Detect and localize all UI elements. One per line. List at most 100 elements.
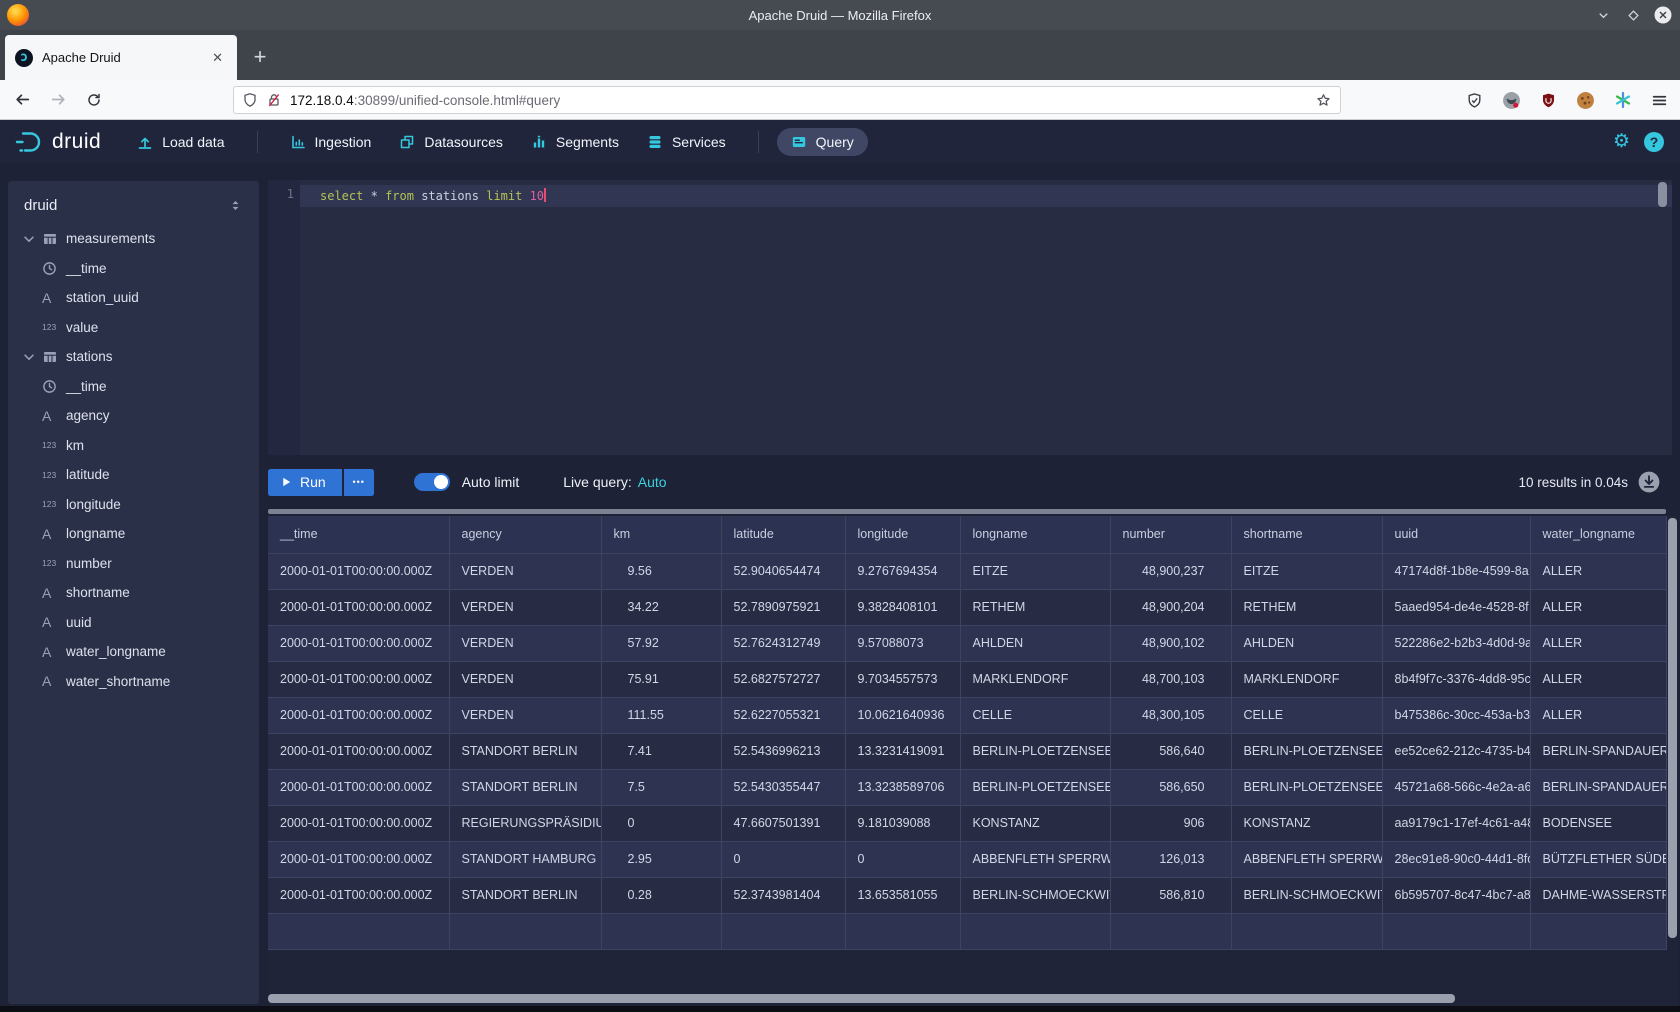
editor-scrollbar[interactable]: [1658, 182, 1667, 207]
nav-item-datasources[interactable]: Datasources: [385, 128, 517, 156]
column-header-longname[interactable]: longname: [960, 516, 1110, 553]
back-button[interactable]: [8, 86, 36, 114]
column-header-km[interactable]: km: [601, 516, 721, 553]
table-cell: 906: [1110, 805, 1231, 841]
sidebar-column-stations-shortname[interactable]: Ashortname: [8, 578, 259, 608]
empty-row: [268, 913, 1666, 949]
empty-cell: [268, 913, 449, 949]
sql-token-plain: [378, 189, 385, 203]
sidebar-column-stations-uuid[interactable]: Auuid: [8, 608, 259, 638]
brand-name: druid: [52, 130, 101, 154]
sidebar-table-measurements[interactable]: measurements: [8, 224, 259, 254]
window-titlebar[interactable]: Apache Druid — Mozilla Firefox: [0, 0, 1680, 30]
url-bar[interactable]: 172.18.0.4:30899/unified-console.html#qu…: [233, 86, 1341, 114]
table-cell: AHLDEN: [960, 625, 1110, 661]
browser-tab[interactable]: ɔ Apache Druid ✕: [5, 35, 237, 80]
sidebar-column-measurements-__time[interactable]: __time: [8, 254, 259, 284]
extension-cookie-icon[interactable]: [1576, 91, 1595, 110]
help-icon[interactable]: ?: [1644, 132, 1664, 152]
sidebar-column-stations-agency[interactable]: Aagency: [8, 401, 259, 431]
sidebar-column-stations-km[interactable]: 123km: [8, 431, 259, 461]
nav-item-ingestion[interactable]: Ingestion: [276, 128, 386, 156]
chevron-down-icon[interactable]: [22, 232, 42, 246]
auto-limit-label: Auto limit: [462, 474, 520, 490]
vertical-scrollbar-thumb[interactable]: [1668, 518, 1677, 938]
menu-hamburger-icon[interactable]: [1651, 92, 1668, 109]
sidebar-column-stations-water_shortname[interactable]: Awater_shortname: [8, 667, 259, 697]
string-type-icon: A: [42, 408, 66, 424]
horizontal-scrollbar-thumb[interactable]: [268, 994, 1455, 1003]
table-cell: 48,900,237: [1110, 553, 1231, 589]
query-editor[interactable]: 1 select * from stations limit 10: [268, 180, 1672, 455]
sidebar-table-stations[interactable]: stations: [8, 342, 259, 372]
table-cell: 6b595707-8c47-4bc7-a8: [1382, 877, 1530, 913]
new-tab-button[interactable]: +: [245, 42, 275, 72]
window-minimize-button[interactable]: [1594, 6, 1612, 24]
load-data-icon: [137, 134, 153, 150]
nav-divider: [257, 131, 258, 153]
nav-item-load-data[interactable]: Load data: [123, 128, 238, 156]
sidebar-column-stations-longname[interactable]: Alongname: [8, 519, 259, 549]
window-maximize-button[interactable]: [1624, 6, 1642, 24]
insecure-lock-icon[interactable]: [266, 92, 282, 108]
table-cell: VERDEN: [449, 697, 601, 733]
download-icon[interactable]: [1638, 471, 1660, 493]
schema-selector[interactable]: druid: [8, 193, 259, 224]
column-header-shortname[interactable]: shortname: [1231, 516, 1382, 553]
table-cell: BODENSEE: [1530, 805, 1666, 841]
shield-icon[interactable]: [242, 92, 258, 108]
column-header-number[interactable]: number: [1110, 516, 1231, 553]
column-header-water_longname[interactable]: water_longname: [1530, 516, 1666, 553]
run-more-button[interactable]: •••: [344, 469, 374, 496]
auto-limit-toggle[interactable]: [414, 473, 450, 491]
column-header-uuid[interactable]: uuid: [1382, 516, 1530, 553]
schema-tree: measurements__timeAstation_uuid123values…: [8, 224, 259, 696]
window-edge: [0, 1006, 1680, 1012]
nav-divider: [758, 131, 759, 153]
column-name-label: shortname: [66, 585, 130, 600]
results-count: 10 results in 0.04s: [1518, 475, 1628, 490]
table-icon: [42, 349, 66, 365]
settings-gear-icon[interactable]: ⚙: [1613, 130, 1630, 153]
table-cell: 52.5436996213: [721, 733, 845, 769]
nav-item-query[interactable]: Query: [777, 128, 868, 156]
bookmark-star-icon[interactable]: [1315, 92, 1332, 109]
horizontal-scrollbar[interactable]: [268, 993, 1666, 1004]
column-name-label: number: [66, 556, 112, 571]
column-header-__time[interactable]: __time: [268, 516, 449, 553]
column-header-latitude[interactable]: latitude: [721, 516, 845, 553]
column-header-agency[interactable]: agency: [449, 516, 601, 553]
sidebar-column-stations-longitude[interactable]: 123longitude: [8, 490, 259, 520]
column-header-longitude[interactable]: longitude: [845, 516, 960, 553]
sidebar-column-measurements-value[interactable]: 123value: [8, 313, 259, 343]
chevron-down-icon[interactable]: [22, 350, 42, 364]
sidebar-column-stations-number[interactable]: 123number: [8, 549, 259, 579]
table-cell: 52.7890975921: [721, 589, 845, 625]
druid-logo[interactable]: druid: [14, 129, 101, 155]
nav-item-services[interactable]: Services: [633, 128, 740, 156]
empty-cell: [449, 913, 601, 949]
extension-mask-icon[interactable]: [1502, 91, 1521, 110]
sidebar-column-stations-water_longname[interactable]: Awater_longname: [8, 637, 259, 667]
live-query-value[interactable]: Auto: [638, 474, 667, 490]
sidebar-column-stations-__time[interactable]: __time: [8, 372, 259, 402]
sidebar-column-stations-latitude[interactable]: 123latitude: [8, 460, 259, 490]
run-button[interactable]: Run: [268, 469, 342, 496]
panel-splitter[interactable]: [268, 509, 1666, 514]
table-cell: KONSTANZ: [960, 805, 1110, 841]
vertical-scrollbar[interactable]: [1666, 516, 1678, 990]
forward-button[interactable]: [44, 86, 72, 114]
extension-shield-icon[interactable]: [1466, 92, 1483, 109]
table-cell: 52.3743981404: [721, 877, 845, 913]
extension-ublock-icon[interactable]: [1540, 92, 1557, 109]
tab-close-icon[interactable]: ✕: [208, 48, 227, 68]
reload-button[interactable]: [80, 86, 108, 114]
table-row: 2000-01-01T00:00:00.000ZVERDEN9.5652.904…: [268, 553, 1666, 589]
table-name-label: stations: [66, 349, 113, 364]
window-close-button[interactable]: [1654, 6, 1672, 24]
sidebar-column-measurements-station_uuid[interactable]: Astation_uuid: [8, 283, 259, 313]
extension-asterisk-icon[interactable]: [1614, 91, 1632, 109]
sql-token-keyword: from: [385, 189, 414, 203]
nav-item-segments[interactable]: Segments: [517, 128, 633, 156]
table-cell: 2000-01-01T00:00:00.000Z: [268, 841, 449, 877]
